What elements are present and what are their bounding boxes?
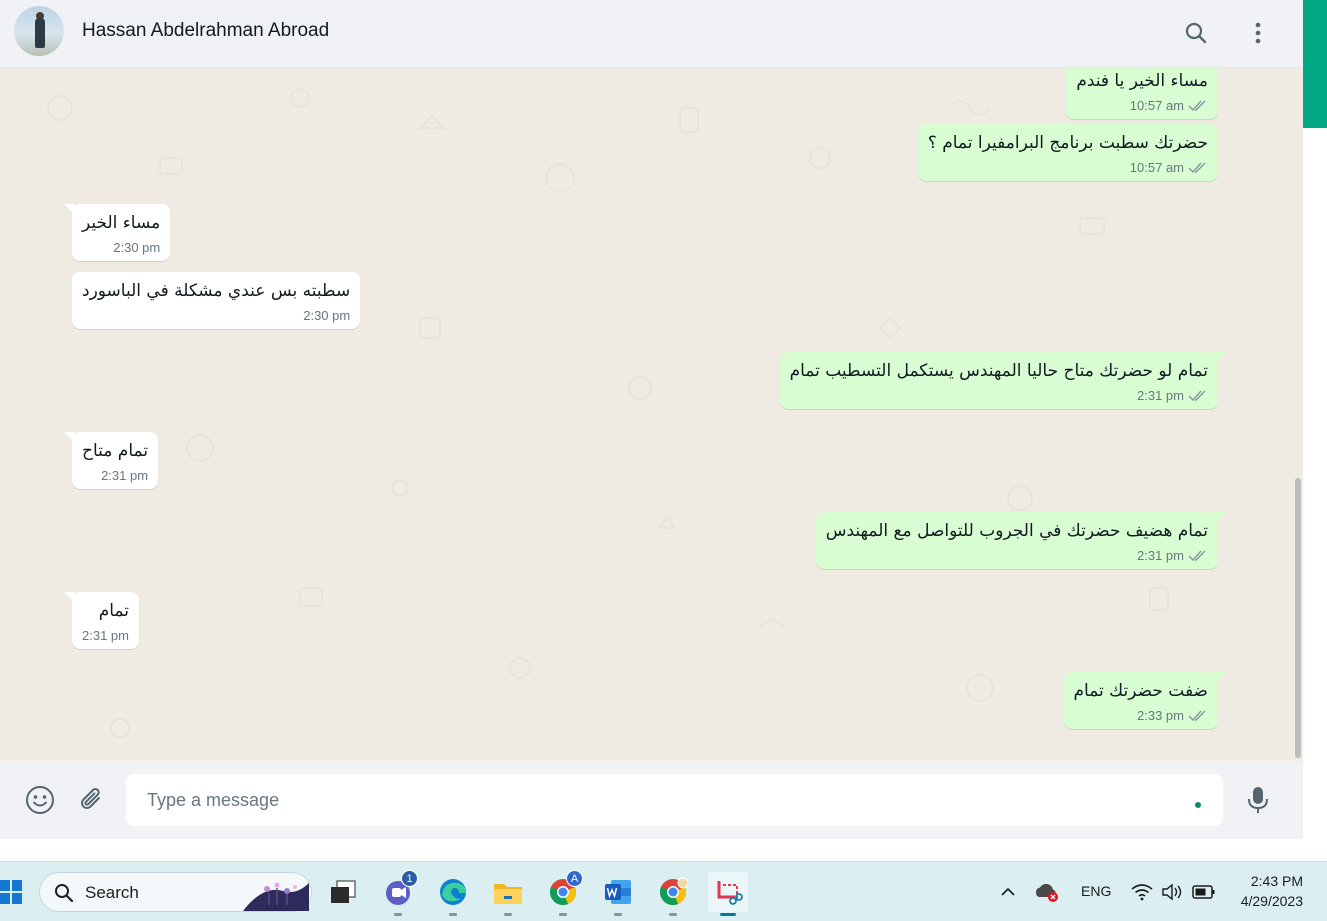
- message-bubble-incoming[interactable]: تمام 2:31 pm: [64, 592, 139, 649]
- emoji-icon[interactable]: [23, 783, 57, 817]
- compose-bar: [0, 761, 1303, 839]
- running-indicator: [559, 913, 567, 916]
- bubble-tail: [1216, 352, 1226, 362]
- message-bubble-outgoing[interactable]: مساء الخير يا فندم 10:57 am: [1066, 68, 1218, 119]
- bubble-tail: [1216, 672, 1226, 682]
- double-check-icon: [1188, 550, 1206, 561]
- running-indicator: [504, 913, 512, 916]
- clock-time: 2:43 PM: [1250, 873, 1303, 889]
- message-time: 2:31 pm: [82, 628, 129, 643]
- message-text: سطبته بس عندي مشكلة في الباسورد: [82, 281, 351, 301]
- message-text: حضرتك سطبت برنامج البرامفيرا تمام ؟: [927, 133, 1208, 153]
- window-scrollbar-thumb[interactable]: [1303, 0, 1327, 128]
- profile-badge: A: [566, 870, 583, 887]
- message-text: تمام لو حضرتك متاح حاليا المهندس يستكمل …: [789, 361, 1208, 381]
- message-bubble-incoming[interactable]: مساء الخير 2:30 pm: [64, 204, 171, 261]
- message-text: ضفت حضرتك تمام: [1073, 681, 1209, 701]
- message-time: 10:57 am: [1129, 98, 1184, 113]
- message-time: 10:57 am: [1129, 160, 1184, 175]
- message-text: مساء الخير: [82, 213, 161, 233]
- snipping-tool-icon[interactable]: [708, 872, 748, 916]
- running-indicator: [720, 913, 736, 916]
- windows-start-icon[interactable]: [0, 879, 22, 905]
- search-label: Search: [85, 883, 139, 902]
- word-icon[interactable]: [598, 872, 638, 916]
- double-check-icon: [1188, 710, 1206, 721]
- language-indicator[interactable]: ENG: [1081, 883, 1111, 899]
- edge-icon[interactable]: [433, 872, 473, 916]
- wifi-icon[interactable]: [1128, 872, 1156, 912]
- volume-icon[interactable]: [1158, 872, 1186, 912]
- taskbar-search[interactable]: Search: [39, 872, 312, 912]
- message-bubble-outgoing[interactable]: تمام هضيف حضرتك في الجروب للتواصل مع الم…: [815, 512, 1226, 569]
- grammar-indicator: [1195, 802, 1201, 808]
- notification-badge: 1: [401, 870, 418, 887]
- search-icon: [55, 884, 74, 903]
- message-list: مساء الخير يا فندم 10:57 am حضرتك سطبت ب…: [0, 68, 1303, 761]
- chrome-icon[interactable]: A: [543, 870, 583, 916]
- window-bottom-edge: [0, 839, 1303, 861]
- running-indicator: [394, 913, 402, 916]
- running-indicator: [614, 913, 622, 916]
- window-scrollbar-track: [1303, 128, 1327, 861]
- paperclip-icon[interactable]: [74, 783, 108, 817]
- system-clock[interactable]: 2:43 PM 4/29/2023: [1241, 871, 1303, 911]
- clock-date: 4/29/2023: [1240, 893, 1303, 909]
- bubble-tail: [1216, 512, 1226, 522]
- microphone-icon[interactable]: [1241, 783, 1275, 817]
- double-check-icon: [1188, 162, 1206, 173]
- chat-header: Hassan Abdelrahman Abroad: [0, 0, 1303, 68]
- double-check-icon: [1188, 100, 1206, 111]
- search-highlight-illustration: [243, 882, 309, 911]
- search-icon[interactable]: [1180, 17, 1212, 49]
- task-view-icon[interactable]: [323, 872, 363, 912]
- onedrive-error-icon[interactable]: [1032, 872, 1062, 912]
- bubble-tail: [64, 592, 74, 602]
- chrome-icon[interactable]: [653, 872, 693, 916]
- contact-name[interactable]: Hassan Abdelrahman Abroad: [82, 20, 329, 42]
- bubble-tail: [64, 204, 74, 214]
- running-indicator: [669, 913, 677, 916]
- message-bubble-outgoing[interactable]: حضرتك سطبت برنامج البرامفيرا تمام ؟ 10:5…: [917, 124, 1218, 181]
- kebab-menu-icon[interactable]: [1242, 17, 1274, 49]
- message-time: 2:30 pm: [303, 308, 351, 323]
- teams-icon[interactable]: 1: [378, 870, 418, 916]
- message-bubble-outgoing[interactable]: ضفت حضرتك تمام 2:33 pm: [1063, 672, 1226, 729]
- message-text: مساء الخير يا فندم: [1076, 71, 1208, 91]
- contact-avatar[interactable]: [14, 6, 64, 56]
- message-time: 2:31 pm: [1137, 388, 1184, 403]
- message-bubble-outgoing[interactable]: تمام لو حضرتك متاح حاليا المهندس يستكمل …: [779, 352, 1226, 409]
- chevron-up-icon[interactable]: [996, 872, 1020, 912]
- battery-icon[interactable]: [1190, 872, 1218, 912]
- message-input[interactable]: [126, 774, 1223, 826]
- message-text: تمام متاح: [82, 441, 149, 461]
- double-check-icon: [1188, 390, 1206, 401]
- folder-icon[interactable]: [488, 872, 528, 916]
- message-text: تمام: [98, 601, 129, 621]
- chat-scrollbar-thumb[interactable]: [1295, 478, 1301, 758]
- message-bubble-incoming[interactable]: تمام متاح 2:31 pm: [64, 432, 159, 489]
- message-time: 2:31 pm: [101, 468, 149, 483]
- bubble-tail: [64, 432, 74, 442]
- message-time: 2:33 pm: [1137, 708, 1184, 723]
- taskbar: Search 1 A ENG 2:43 PM 4/29/2023: [0, 861, 1327, 921]
- message-text: تمام هضيف حضرتك في الجروب للتواصل مع الم…: [825, 521, 1208, 541]
- message-time: 2:31 pm: [1137, 548, 1184, 563]
- message-bubble-incoming[interactable]: سطبته بس عندي مشكلة في الباسورد 2:30 pm: [72, 272, 361, 329]
- running-indicator: [449, 913, 457, 916]
- message-time: 2:30 pm: [113, 240, 161, 255]
- avatar-figure: [35, 18, 45, 48]
